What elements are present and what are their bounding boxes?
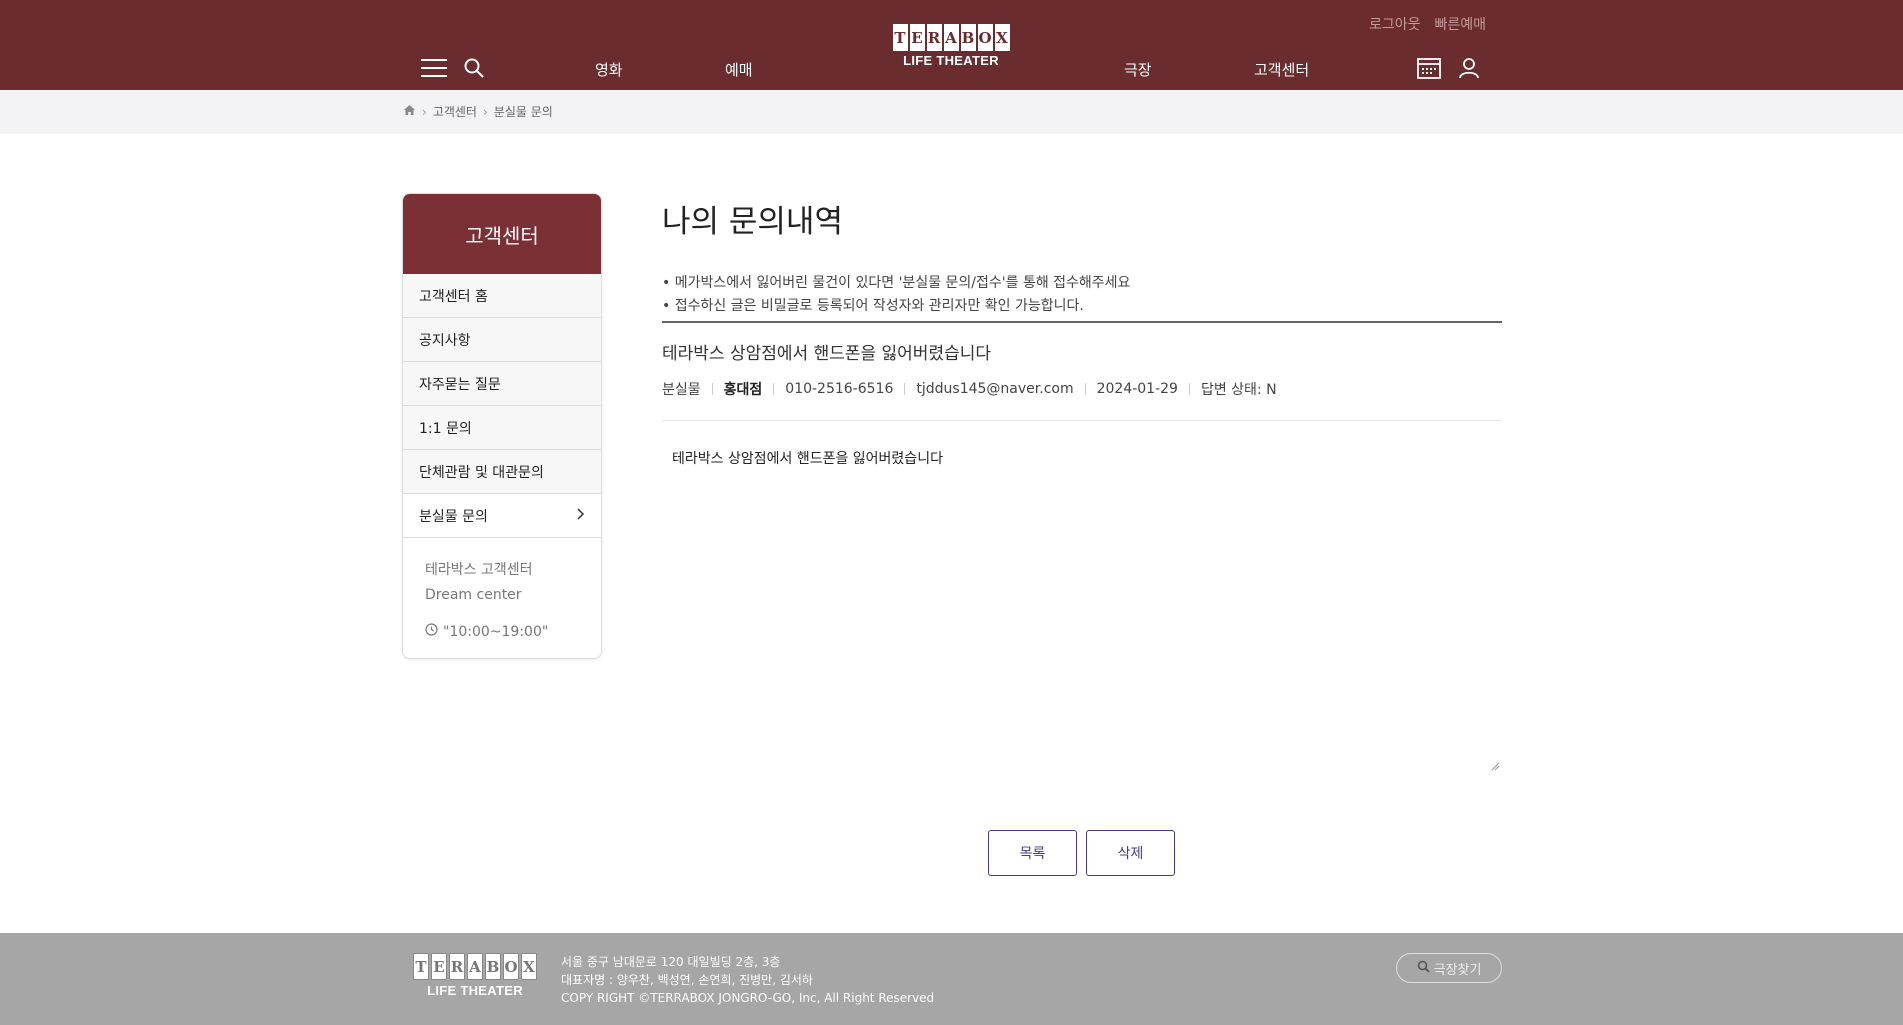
meta-category: 분실물 (662, 382, 701, 398)
chevron-right-icon: › (422, 104, 427, 119)
divider (904, 383, 906, 395)
logo-subtitle: LIFE THEATER (903, 53, 999, 68)
logo-letter: B (960, 24, 976, 51)
sidebar-item-label: 1:1 문의 (419, 420, 472, 437)
divider (662, 321, 1502, 323)
inquiry-content-text: 테라박스 상암점에서 핸드폰을 잃어버렸습니다 (672, 451, 943, 467)
inquiry-content[interactable]: 테라박스 상암점에서 핸드폰을 잃어버렸습니다 (662, 436, 1502, 771)
business-hours: "10:00~19:00" (425, 620, 579, 645)
terabox-logo[interactable]: T E R A B O X LIFE THEATER (881, 24, 1021, 68)
footer-info: 서울 중구 남대문로 120 대일빌딩 2층, 3층 대표자명 : 양우찬, 백… (561, 953, 934, 1007)
meta-status: 답변 상태: N (1200, 382, 1277, 398)
menu-icon[interactable] (420, 54, 448, 82)
divider (1188, 383, 1190, 395)
meta-theater: 홍대점 (723, 382, 763, 398)
footer-copyright: COPY RIGHT ©TERRABOX JONGRO-GO, Inc, All… (561, 991, 935, 1005)
nav-movie[interactable]: 영화 (595, 59, 623, 80)
logo-letters: T E R A B O X (881, 24, 1021, 51)
sidebar-item-faq[interactable]: 자주묻는 질문 (403, 362, 601, 406)
sidebar-item-label: 단체관람 및 대관문의 (419, 464, 544, 481)
list-button[interactable]: 목록 (988, 830, 1077, 876)
delete-button[interactable]: 삭제 (1086, 830, 1175, 876)
sidebar-item-label: 고객센터 홈 (419, 288, 488, 305)
divider (773, 383, 775, 395)
site-footer: T E R A B O X LIFE THEATER 서울 중구 남대문로 12… (0, 933, 1903, 1025)
sidebar-item-one-to-one[interactable]: 1:1 문의 (403, 406, 601, 450)
notice-line-1: • 메가박스에서 잃어버린 물건이 있다면 '분실물 문의/접수'를 통해 접수… (662, 275, 1131, 291)
logo-letter: X (994, 24, 1010, 51)
logo-letter: R (449, 953, 465, 980)
search-icon[interactable] (460, 54, 488, 82)
site-header: 로그아웃 빠른예매 영화 예매 T E R A B O X LIFE THEAT… (0, 0, 1903, 90)
meta-phone: 010-2516-6516 (785, 381, 894, 397)
inquiry-meta: 분실물 홍대점 010-2516-6516 tjddus145@naver.co… (662, 379, 1277, 399)
footer-logo: T E R A B O X LIFE THEATER (402, 953, 548, 998)
user-icon[interactable] (1455, 54, 1483, 82)
center-subtitle: Dream center (425, 587, 522, 603)
divider (662, 420, 1502, 421)
theater-search-button[interactable]: 극장찾기 (1396, 953, 1502, 983)
inquiry-subject: 테라박스 상암점에서 핸드폰을 잃어버렸습니다 (662, 344, 992, 364)
calendar-icon[interactable] (1415, 54, 1443, 82)
search-icon (1417, 960, 1430, 977)
notice-line-2: • 접수하신 글은 비밀글로 등록되어 작성자와 관리자만 확인 가능합니다. (662, 298, 1084, 314)
logo-letter: T (892, 24, 908, 51)
sidebar: 고객센터 고객센터 홈 공지사항 자주묻는 질문 1:1 문의 단체관람 및 대… (402, 193, 602, 659)
sidebar-item-lost-item[interactable]: 분실물 문의 (403, 494, 601, 538)
home-icon[interactable] (403, 104, 416, 119)
theater-search-label: 극장찾기 (1433, 962, 1482, 978)
sidebar-item-label: 공지사항 (419, 332, 471, 349)
logo-letter: O (503, 953, 519, 980)
meta-date: 2024-01-29 (1096, 381, 1178, 397)
breadcrumb: › 고객센터 › 분실물 문의 (403, 103, 553, 120)
logo-subtitle: LIFE THEATER (427, 983, 523, 998)
notice-text: • 메가박스에서 잃어버린 물건이 있다면 '분실물 문의/접수'를 통해 접수… (662, 272, 1130, 318)
sidebar-item-label: 자주묻는 질문 (419, 376, 501, 393)
logo-letter: A (467, 953, 483, 980)
chevron-right-icon (575, 507, 585, 525)
logo-letter: E (431, 953, 447, 980)
center-name: 테라박스 고객센터 (425, 562, 533, 578)
breadcrumb-bar: › 고객센터 › 분실물 문의 (0, 90, 1903, 134)
divider (1084, 383, 1086, 395)
logo-letter: R (926, 24, 942, 51)
logo-letters: T E R A B O X (402, 953, 548, 980)
resize-handle-icon[interactable] (1490, 759, 1500, 771)
sidebar-item-notice[interactable]: 공지사항 (403, 318, 601, 362)
footer-ceo: 대표자명 : 양우찬, 백성연, 손연희, 진병만, 김서하 (561, 973, 813, 987)
divider (711, 383, 713, 395)
page-title: 나의 문의내역 (662, 204, 843, 240)
logout-link[interactable]: 로그아웃 (1369, 14, 1421, 34)
logo-letter: E (909, 24, 925, 51)
nav-customer-center[interactable]: 고객센터 (1254, 59, 1309, 80)
meta-email: tjddus145@naver.com (916, 381, 1074, 397)
logo-letter: X (521, 953, 537, 980)
breadcrumb-lost-item[interactable]: 분실물 문의 (494, 103, 553, 120)
sidebar-item-label: 분실물 문의 (419, 508, 488, 525)
logo-letter: O (977, 24, 993, 51)
nav-booking[interactable]: 예매 (725, 59, 753, 80)
hours-text: "10:00~19:00" (443, 624, 549, 640)
sidebar-info: 테라박스 고객센터 Dream center "10:00~19:00" (403, 538, 601, 658)
footer-address: 서울 중구 남대문로 120 대일빌딩 2층, 3층 (561, 955, 781, 969)
sidebar-title: 고객센터 (403, 194, 601, 274)
logo-letter: T (413, 953, 429, 980)
quick-booking-link[interactable]: 빠른예매 (1434, 14, 1486, 34)
logo-letter: A (943, 24, 959, 51)
sidebar-item-home[interactable]: 고객센터 홈 (403, 274, 601, 318)
chevron-right-icon: › (482, 104, 488, 119)
sidebar-item-group-rental[interactable]: 단체관람 및 대관문의 (403, 450, 601, 494)
nav-theater[interactable]: 극장 (1124, 59, 1152, 80)
clock-icon (425, 620, 438, 645)
logo-letter: B (485, 953, 501, 980)
top-links: 로그아웃 빠른예매 (1369, 14, 1486, 34)
breadcrumb-customer-center[interactable]: 고객센터 (433, 103, 477, 120)
